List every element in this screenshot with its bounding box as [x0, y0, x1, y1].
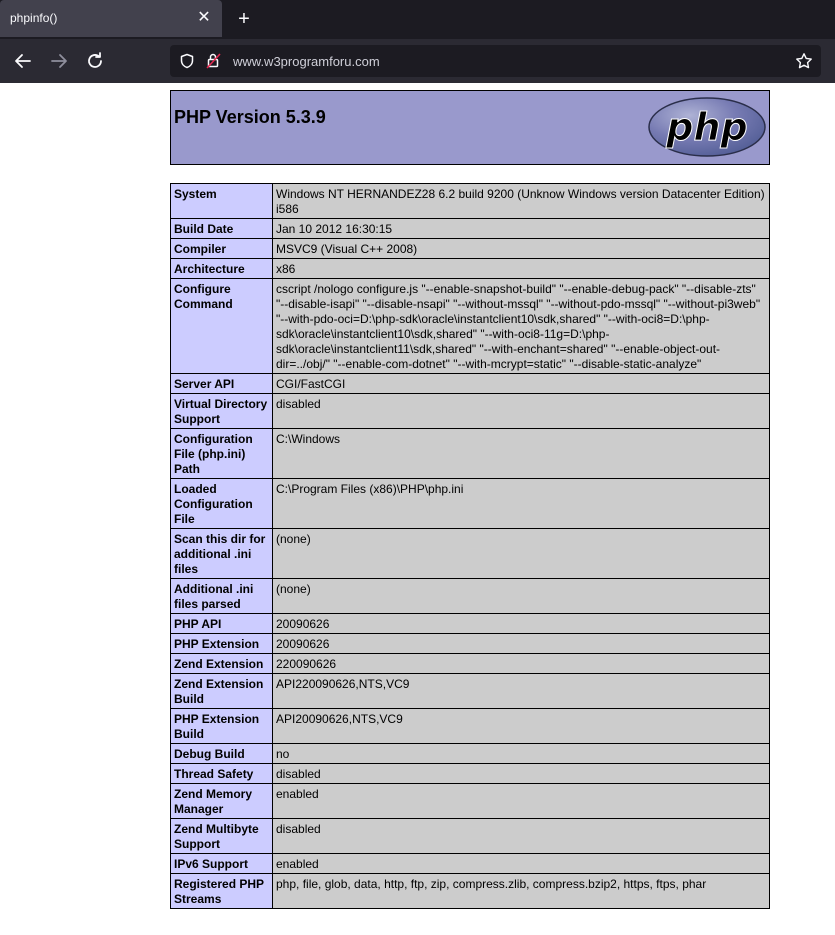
row-label: Registered PHP Streams	[170, 873, 273, 909]
row-value: enabled	[272, 853, 770, 874]
table-row: System Windows NT HERNANDEZ28 6.2 build 9…	[170, 183, 770, 219]
table-row: Configuration File (php.ini) Path C:\Wind…	[170, 428, 770, 479]
row-label: Zend Extension	[170, 653, 273, 674]
row-label: Build Date	[170, 218, 273, 239]
table-row: IPv6 Support enabled	[170, 853, 770, 874]
table-row: PHP API 20090626	[170, 613, 770, 634]
table-row: PHP Extension Build API20090626,NTS,VC9	[170, 708, 770, 744]
row-label: IPv6 Support	[170, 853, 273, 874]
table-row: Loaded Configuration File C:\Program File…	[170, 478, 770, 529]
row-value: Jan 10 2012 16:30:15	[272, 218, 770, 239]
row-value: enabled	[272, 783, 770, 819]
row-value: C:\Program Files (x86)\PHP\php.ini	[272, 478, 770, 529]
row-value: x86	[272, 258, 770, 279]
row-label: Loaded Configuration File	[170, 478, 273, 529]
bookmark-star-icon[interactable]	[795, 52, 813, 70]
table-row: Virtual Directory Support disabled	[170, 393, 770, 429]
table-row: Server API CGI/FastCGI	[170, 373, 770, 394]
row-value: API20090626,NTS,VC9	[272, 708, 770, 744]
table-row: Configure Command cscript /nologo configu…	[170, 278, 770, 374]
row-value: disabled	[272, 393, 770, 429]
row-value: 20090626	[272, 633, 770, 654]
tab-strip: phpinfo() ✕ +	[0, 0, 835, 39]
table-row: Zend Extension 220090626	[170, 653, 770, 674]
browser-tab[interactable]: phpinfo() ✕	[0, 0, 222, 37]
row-value: C:\Windows	[272, 428, 770, 479]
row-value: 220090626	[272, 653, 770, 674]
table-row: Zend Multibyte Support disabled	[170, 818, 770, 854]
table-row: Compiler MSVC9 (Visual C++ 2008)	[170, 238, 770, 259]
row-value: (none)	[272, 578, 770, 614]
row-label: Zend Extension Build	[170, 673, 273, 709]
php-info-table: System Windows NT HERNANDEZ28 6.2 build 9…	[170, 183, 770, 909]
row-label: Zend Multibyte Support	[170, 818, 273, 854]
row-label: System	[170, 183, 273, 219]
row-value: Windows NT HERNANDEZ28 6.2 build 9200 (U…	[272, 183, 770, 219]
row-value: no	[272, 743, 770, 764]
php-version-header: PHP Version 5.3.9 php	[170, 90, 770, 165]
row-label: Scan this dir for additional .ini files	[170, 528, 273, 579]
row-label: Configure Command	[170, 278, 273, 374]
forward-arrow-icon[interactable]	[48, 50, 70, 72]
reload-icon[interactable]	[84, 50, 106, 72]
table-row: Zend Extension Build API220090626,NTS,VC9	[170, 673, 770, 709]
table-row: Registered PHP Streams php, file, glob, d…	[170, 873, 770, 909]
insecure-lock-icon[interactable]	[206, 52, 222, 70]
url-text: www.w3programforu.com	[233, 54, 380, 69]
row-value: (none)	[272, 528, 770, 579]
tab-title: phpinfo()	[10, 11, 58, 25]
row-label: Architecture	[170, 258, 273, 279]
table-row: Zend Memory Manager enabled	[170, 783, 770, 819]
row-label: Debug Build	[170, 743, 273, 764]
row-label: Server API	[170, 373, 273, 394]
table-row: Thread Safety disabled	[170, 763, 770, 784]
page-content: PHP Version 5.3.9 php System Windows NT H…	[0, 83, 835, 935]
row-label: Compiler	[170, 238, 273, 259]
row-value: 20090626	[272, 613, 770, 634]
row-value: API220090626,NTS,VC9	[272, 673, 770, 709]
row-label: Zend Memory Manager	[170, 783, 273, 819]
table-row: Additional .ini files parsed (none)	[170, 578, 770, 614]
table-row: Build Date Jan 10 2012 16:30:15	[170, 218, 770, 239]
row-value: disabled	[272, 763, 770, 784]
row-label: PHP Extension	[170, 633, 273, 654]
address-bar[interactable]: www.w3programforu.com	[170, 45, 821, 77]
row-label: Additional .ini files parsed	[170, 578, 273, 614]
php-logo[interactable]: php	[647, 96, 767, 158]
row-value: php, file, glob, data, http, ftp, zip, c…	[272, 873, 770, 909]
table-row: Architecture x86	[170, 258, 770, 279]
table-row: PHP Extension 20090626	[170, 633, 770, 654]
row-value: MSVC9 (Visual C++ 2008)	[272, 238, 770, 259]
close-tab-icon[interactable]: ✕	[195, 9, 213, 27]
back-arrow-icon[interactable]	[12, 50, 34, 72]
new-tab-icon[interactable]: +	[233, 8, 255, 30]
table-row: Scan this dir for additional .ini files(…	[170, 528, 770, 579]
row-value: disabled	[272, 818, 770, 854]
navigation-toolbar: www.w3programforu.com	[0, 39, 835, 83]
page-title: PHP Version 5.3.9	[174, 107, 326, 127]
table-row: Debug Build no	[170, 743, 770, 764]
svg-text:php: php	[665, 105, 747, 149]
row-label: Virtual Directory Support	[170, 393, 273, 429]
row-label: PHP API	[170, 613, 273, 634]
row-value: CGI/FastCGI	[272, 373, 770, 394]
row-label: PHP Extension Build	[170, 708, 273, 744]
row-label: Configuration File (php.ini) Path	[170, 428, 273, 479]
shield-icon[interactable]	[179, 53, 195, 69]
row-label: Thread Safety	[170, 763, 273, 784]
row-value: cscript /nologo configure.js "--enable-s…	[272, 278, 770, 374]
